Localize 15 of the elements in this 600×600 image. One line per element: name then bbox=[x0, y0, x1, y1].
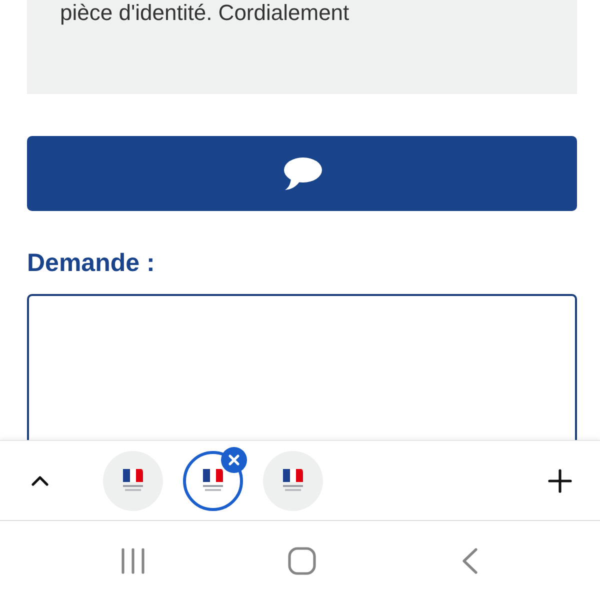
home-icon bbox=[288, 546, 316, 574]
send-message-button[interactable] bbox=[27, 136, 577, 211]
caret-up-icon bbox=[31, 475, 49, 486]
flag-logo-icon bbox=[200, 468, 226, 494]
close-icon bbox=[228, 454, 240, 466]
request-label: Demande : bbox=[27, 248, 156, 278]
plus-icon bbox=[548, 468, 572, 492]
speech-bubble-icon bbox=[282, 156, 322, 190]
flag-logo-icon bbox=[280, 468, 306, 494]
recents-icon bbox=[120, 548, 146, 574]
message-text: pièce d'identité. Cordialement bbox=[60, 0, 350, 26]
request-field[interactable] bbox=[27, 294, 577, 440]
flag-logo-icon bbox=[120, 468, 146, 494]
close-tab-button[interactable] bbox=[221, 446, 247, 472]
back-icon bbox=[462, 548, 478, 574]
